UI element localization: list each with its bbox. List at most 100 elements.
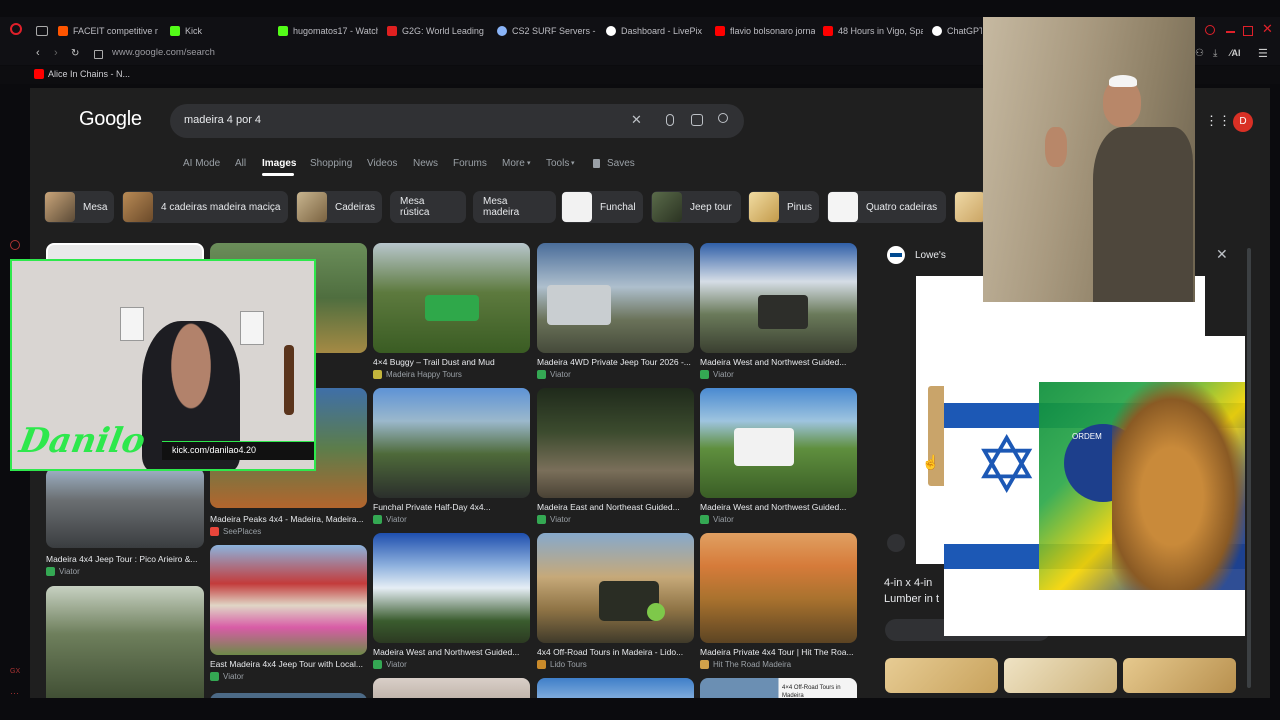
preview-scrollbar[interactable]	[1247, 248, 1251, 688]
tab-overview-icon[interactable]	[36, 26, 48, 36]
chip-funchal[interactable]: Funchal	[561, 191, 643, 223]
preview-source[interactable]: Lowe's	[915, 250, 946, 261]
tab-ai-mode[interactable]: AI Mode	[183, 158, 220, 169]
image-result[interactable]: 4×4 Off-Road Tours in Madeira	[700, 678, 857, 698]
opera-logo-icon[interactable]	[10, 23, 22, 35]
forward-icon[interactable]: ›	[54, 47, 58, 59]
maximize-icon[interactable]	[1243, 26, 1253, 36]
tab-faceit[interactable]: FACEIT competitive m	[58, 21, 158, 41]
tab-all[interactable]: All	[235, 158, 246, 169]
result-source[interactable]: Viator	[373, 515, 407, 524]
search-input[interactable]: madeira 4 por 4	[184, 114, 261, 126]
tab-cs2-surf[interactable]: CS2 SURF Servers - C	[497, 21, 597, 41]
search-tabs-icon[interactable]	[1205, 25, 1215, 35]
image-result[interactable]	[537, 678, 694, 698]
related-image[interactable]	[885, 658, 998, 693]
result-title[interactable]: Madeira East and Northeast Guided...	[537, 502, 694, 512]
tab-youtube-flavio[interactable]: flavio bolsonaro jorna	[715, 21, 815, 41]
result-source[interactable]: Viator	[700, 370, 734, 379]
result-title[interactable]: Funchal Private Half-Day 4x4...	[373, 502, 530, 512]
preview-title-line1[interactable]: 4-in x 4-in	[884, 577, 932, 589]
reload-icon[interactable]: ↻	[71, 48, 79, 59]
result-source[interactable]: Madeira Happy Tours	[373, 370, 462, 379]
image-result[interactable]: Madeira 4x4 Jeep Tour : Pico Arieiro &..…	[46, 468, 204, 578]
chip-mesa[interactable]: Mesa	[44, 191, 114, 223]
result-title[interactable]: Madeira 4WD Private Jeep Tour 2026 -...	[537, 357, 694, 367]
result-title[interactable]: 4×4 Buggy – Trail Dust and Mud	[373, 357, 530, 367]
result-title[interactable]: Madeira 4x4 Jeep Tour : Pico Arieiro &..…	[46, 554, 204, 564]
tab-tools[interactable]: Tools	[546, 158, 569, 169]
aria-ai-icon[interactable]: ⁄AI	[1230, 48, 1241, 58]
result-source[interactable]: Viator	[537, 515, 571, 524]
image-result[interactable]	[373, 678, 530, 698]
result-source[interactable]: Viator	[210, 672, 244, 681]
close-window-icon[interactable]: ✕	[1262, 21, 1273, 37]
tab-shopping[interactable]: Shopping	[310, 158, 352, 169]
result-title[interactable]: East Madeira 4x4 Jeep Tour with Local...	[210, 659, 367, 669]
lens-search-icon[interactable]	[887, 534, 905, 552]
chip-cadeiras[interactable]: Cadeiras	[296, 191, 382, 223]
chip-mesa-madeira[interactable]: Mesa madeira	[473, 191, 556, 223]
image-result[interactable]: Madeira West and Northwest Guided... Via…	[700, 243, 857, 379]
lens-icon[interactable]	[691, 114, 703, 126]
tab-hugomatos[interactable]: hugomatos17 - Watch	[278, 21, 378, 41]
result-source[interactable]: SeePlaces	[210, 527, 261, 536]
result-title[interactable]: Madeira Private 4x4 Tour | Hit The Roa..…	[700, 647, 857, 657]
close-preview-icon[interactable]: ✕	[1216, 246, 1228, 263]
result-source[interactable]: Lido Tours	[537, 660, 587, 669]
related-image[interactable]	[1123, 658, 1236, 693]
tab-videos[interactable]: Videos	[367, 158, 397, 169]
back-icon[interactable]: ‹	[36, 47, 40, 59]
microphone-icon[interactable]	[666, 114, 674, 126]
chip-pinus[interactable]: Pinus	[748, 191, 819, 223]
related-image[interactable]	[1004, 658, 1117, 693]
url-field[interactable]: www.google.com/search	[112, 47, 215, 58]
tab-youtube-vigo[interactable]: 48 Hours in Vigo, Spa	[823, 21, 923, 41]
tab-images[interactable]: Images	[262, 158, 296, 169]
tab-news[interactable]: News	[413, 158, 438, 169]
sidebar-gx-icon[interactable]: GX	[10, 668, 20, 675]
chip-4-cadeiras[interactable]: 4 cadeiras madeira maciça	[122, 191, 288, 223]
image-result[interactable]: Madeira West and Northwest Guided... Via…	[700, 388, 857, 525]
image-result[interactable]: 4×4 Buggy – Trail Dust and Mud Madeira H…	[373, 243, 530, 379]
result-title[interactable]: Madeira West and Northwest Guided...	[373, 647, 530, 657]
sidebar-more-icon[interactable]: ···	[10, 688, 19, 698]
image-result[interactable]: 4x4 Off-Road Tours in Madeira - Lido... …	[537, 533, 694, 670]
result-source[interactable]: Viator	[700, 515, 734, 524]
clear-icon[interactable]: ✕	[631, 112, 642, 128]
tab-chatgpt[interactable]: ChatGPT	[932, 21, 982, 41]
image-result[interactable]: Madeira 4WD Private Jeep Tour 2026 -... …	[537, 243, 694, 379]
image-result[interactable]: Funchal Private Half-Day 4x4... Viator	[373, 388, 530, 525]
avatar[interactable]: D	[1233, 112, 1253, 132]
result-title[interactable]: Madeira West and Northwest Guided...	[700, 357, 857, 367]
result-source[interactable]: Viator	[46, 567, 80, 576]
menu-icon[interactable]: ☰	[1258, 47, 1268, 60]
profile-sync-icon[interactable]: ⚇	[1195, 48, 1204, 59]
minimize-icon[interactable]	[1226, 31, 1235, 33]
tab-forums[interactable]: Forums	[453, 158, 487, 169]
google-logo[interactable]: Google	[79, 108, 142, 131]
search-icon[interactable]	[718, 113, 728, 123]
tab-livepix[interactable]: Dashboard - LivePix	[606, 21, 706, 41]
tab-kick[interactable]: Kick	[170, 21, 270, 41]
search-box[interactable]: madeira 4 por 4 ✕	[170, 104, 744, 138]
tab-more[interactable]: More	[502, 158, 525, 169]
image-result[interactable]	[210, 693, 367, 698]
result-source[interactable]: Hit The Road Madeira	[700, 660, 791, 669]
chip-jeep-tour[interactable]: Jeep tour	[651, 191, 741, 223]
apps-grid-icon[interactable]: ⋮⋮	[1205, 113, 1231, 129]
chip-mesa-rustica[interactable]: Mesa rústica	[390, 191, 466, 223]
result-source[interactable]: Viator	[537, 370, 571, 379]
result-title[interactable]: Madeira Peaks 4x4 - Madeira, Madeira...	[210, 514, 367, 524]
image-result[interactable]: Madeira West and Northwest Guided... Via…	[373, 533, 530, 670]
result-title[interactable]: Madeira West and Northwest Guided...	[700, 502, 857, 512]
tab-g2g[interactable]: G2G: World Leading D	[387, 21, 487, 41]
image-result[interactable]	[46, 586, 204, 698]
preview-title-line2[interactable]: Lumber in t	[884, 593, 939, 605]
sidebar-history-icon[interactable]	[10, 240, 20, 250]
download-icon[interactable]: ⤓	[1213, 48, 1217, 59]
bookmark-alice-in-chains[interactable]: Alice In Chains - N...	[34, 69, 130, 79]
image-result[interactable]: Madeira Private 4x4 Tour | Hit The Roa..…	[700, 533, 857, 670]
result-source[interactable]: Viator	[373, 660, 407, 669]
result-title[interactable]: 4x4 Off-Road Tours in Madeira - Lido...	[537, 647, 694, 657]
